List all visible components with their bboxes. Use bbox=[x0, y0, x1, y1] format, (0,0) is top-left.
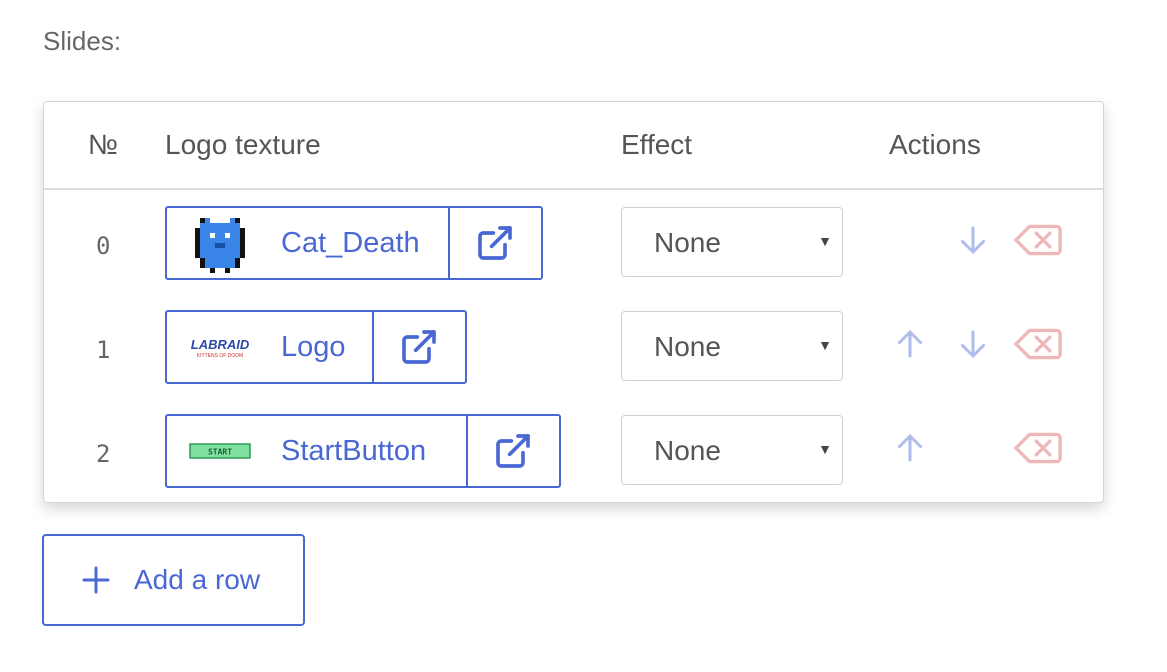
arrow-down-icon bbox=[961, 330, 985, 358]
delete-row-button[interactable] bbox=[1014, 220, 1062, 260]
header-actions: Actions bbox=[889, 129, 981, 160]
texture-select-button[interactable]: START StartButton bbox=[167, 416, 466, 486]
table-row: 0 Cat_Death None ▼ bbox=[44, 206, 1103, 310]
backspace-icon bbox=[1014, 432, 1062, 464]
table-header: № Logo texture Effect Actions bbox=[44, 102, 1103, 190]
texture-name: Cat_Death bbox=[281, 226, 420, 259]
open-texture-button[interactable] bbox=[371, 312, 465, 382]
move-up-button[interactable] bbox=[890, 324, 930, 364]
external-link-icon bbox=[478, 226, 513, 260]
backspace-icon bbox=[1014, 328, 1062, 360]
effect-value: None bbox=[654, 331, 721, 362]
header-number: № bbox=[88, 129, 119, 160]
start-button-thumbnail: START bbox=[189, 421, 251, 481]
header-effect: Effect bbox=[621, 129, 693, 160]
move-down-button[interactable] bbox=[953, 324, 993, 364]
texture-name: Logo bbox=[281, 330, 346, 363]
effect-select[interactable]: None ▼ bbox=[621, 311, 843, 381]
backspace-icon bbox=[1014, 224, 1062, 256]
plus-icon bbox=[80, 564, 112, 596]
caret-down-icon: ▼ bbox=[818, 233, 832, 249]
arrow-down-icon bbox=[961, 226, 985, 254]
effect-select[interactable]: None ▼ bbox=[621, 415, 843, 485]
arrow-up-icon bbox=[898, 434, 922, 462]
add-row-label: Add a row bbox=[134, 564, 261, 595]
texture-picker: START StartButton bbox=[165, 414, 561, 488]
external-link-icon bbox=[402, 330, 437, 364]
add-row-button[interactable]: Add a row bbox=[42, 534, 305, 626]
thumbnail-title: LABRAID bbox=[191, 337, 250, 352]
texture-picker: Cat_Death bbox=[165, 206, 543, 280]
texture-select-button[interactable]: Cat_Death bbox=[167, 208, 448, 278]
effect-value: None bbox=[654, 227, 721, 258]
slides-table: № Logo texture Effect Actions 0 Cat_Deat… bbox=[43, 101, 1104, 503]
move-up-button[interactable] bbox=[890, 428, 930, 468]
open-texture-button[interactable] bbox=[465, 416, 559, 486]
cat-sprite-thumbnail bbox=[189, 213, 251, 273]
external-link-icon bbox=[496, 434, 531, 468]
effect-value: None bbox=[654, 435, 721, 466]
table-row: 2 START StartButton None ▼ bbox=[44, 414, 1103, 518]
delete-row-button[interactable] bbox=[1014, 324, 1062, 364]
caret-down-icon: ▼ bbox=[818, 441, 832, 457]
row-number: 2 bbox=[96, 440, 111, 468]
header-logo-texture: Logo texture bbox=[165, 129, 321, 160]
row-number: 1 bbox=[96, 336, 111, 364]
texture-picker: LABRAID KITTENS OF DOOM Logo bbox=[165, 310, 467, 384]
caret-down-icon: ▼ bbox=[818, 337, 832, 353]
labraid-logo-thumbnail: LABRAID KITTENS OF DOOM bbox=[189, 317, 251, 377]
texture-name: StartButton bbox=[281, 434, 427, 467]
thumbnail-subtitle: KITTENS OF DOOM bbox=[197, 353, 243, 359]
open-texture-button[interactable] bbox=[447, 208, 541, 278]
arrow-up-icon bbox=[898, 330, 922, 358]
table-row: 1 LABRAID KITTENS OF DOOM Logo None ▼ bbox=[44, 310, 1103, 414]
thumbnail-title: START bbox=[208, 448, 232, 457]
row-number: 0 bbox=[96, 232, 111, 260]
effect-select[interactable]: None ▼ bbox=[621, 207, 843, 277]
move-down-button[interactable] bbox=[953, 220, 993, 260]
slides-label: Slides: bbox=[43, 26, 122, 56]
texture-select-button[interactable]: LABRAID KITTENS OF DOOM Logo bbox=[167, 312, 372, 382]
delete-row-button[interactable] bbox=[1014, 428, 1062, 468]
